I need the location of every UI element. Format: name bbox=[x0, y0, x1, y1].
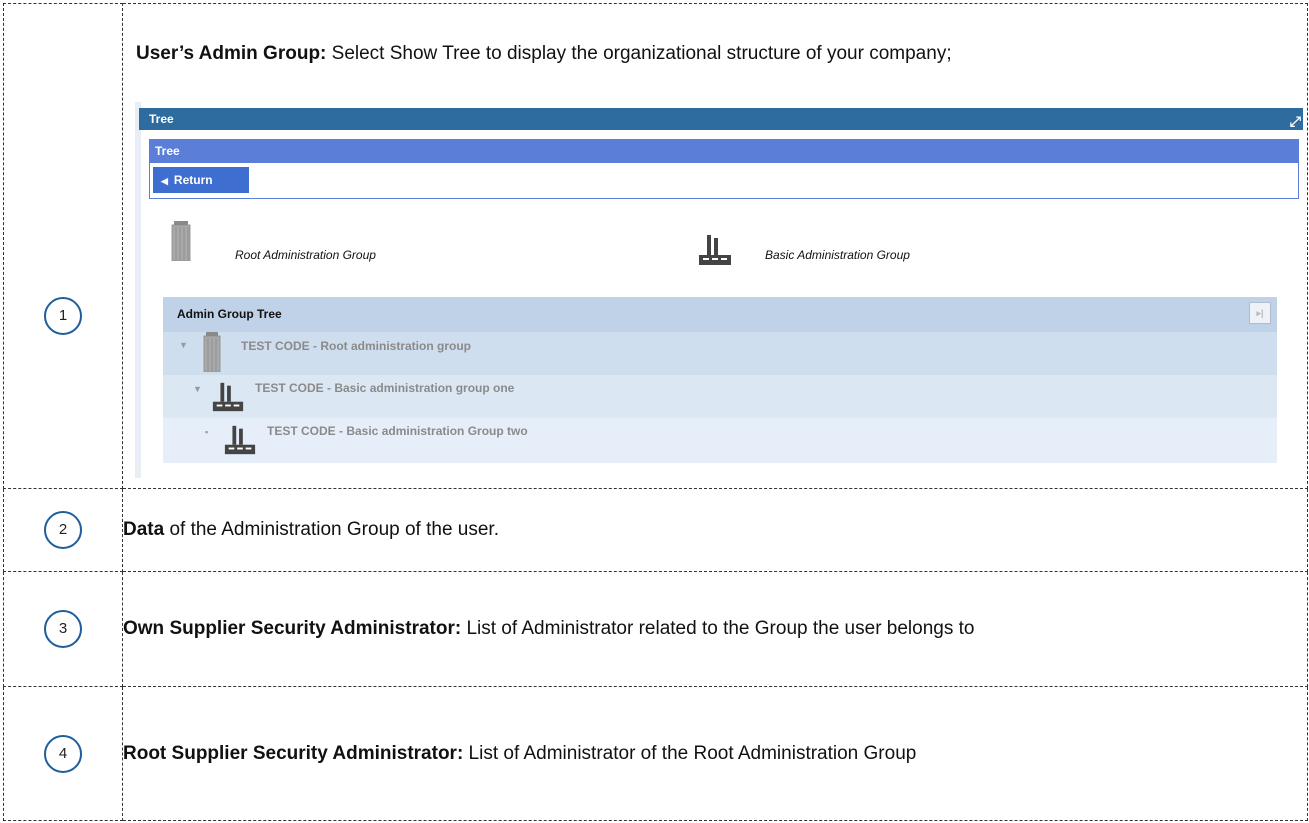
window-titlebar: Tree ⤢ bbox=[139, 108, 1303, 130]
step-title: Own Supplier Security Administrator: bbox=[123, 618, 462, 639]
building-icon bbox=[171, 221, 191, 261]
panel-titlebar: Tree bbox=[149, 139, 1299, 163]
step-number-cell: 3 bbox=[3, 571, 123, 687]
caret-left-icon: ◀ bbox=[161, 176, 168, 186]
step-number-cell: 1 bbox=[3, 3, 123, 489]
step-number-badge: 3 bbox=[44, 610, 82, 648]
leaf-bullet-icon: ▪ bbox=[205, 427, 209, 437]
step-number-badge: 2 bbox=[44, 511, 82, 549]
tree-header: Admin Group Tree ▸| bbox=[163, 297, 1277, 332]
step-intro: User’s Admin Group: Select Show Tree to … bbox=[136, 43, 952, 65]
step-description-cell: Root Supplier Security Administrator: Li… bbox=[122, 686, 1308, 821]
instruction-table: 1 User’s Admin Group: Select Show Tree t… bbox=[3, 3, 1308, 821]
button-bar: ◀ Return bbox=[149, 163, 1299, 199]
return-label: Return bbox=[173, 173, 213, 187]
step-number-badge: 1 bbox=[44, 297, 82, 335]
step-number-cell: 4 bbox=[3, 686, 123, 821]
tree-header-label: Admin Group Tree bbox=[177, 307, 282, 321]
tree-node[interactable]: ▼ TEST CODE - Basic administration group… bbox=[163, 375, 1277, 418]
return-button[interactable]: ◀ Return bbox=[153, 167, 249, 193]
table-row: 4 Root Supplier Security Administrator: … bbox=[3, 686, 1308, 821]
step-title: User’s Admin Group: bbox=[136, 43, 327, 64]
legend-basic-label: Basic Administration Group bbox=[765, 248, 910, 262]
step-number-cell: 2 bbox=[3, 488, 123, 572]
panel-title: Tree bbox=[155, 144, 180, 158]
window-title: Tree bbox=[149, 112, 174, 126]
step-title: Root Supplier Security Administrator: bbox=[123, 742, 464, 764]
left-edge-strip bbox=[135, 102, 141, 478]
step-description-cell: User’s Admin Group: Select Show Tree to … bbox=[122, 3, 1308, 489]
table-row: 2 Data of the Administration Group of th… bbox=[3, 488, 1308, 572]
maximize-icon[interactable]: ⤢ bbox=[1290, 110, 1301, 132]
step-description-cell: Data of the Administration Group of the … bbox=[122, 488, 1308, 572]
step-number-badge: 4 bbox=[44, 734, 82, 773]
tree-screenshot: Tree ⤢ Tree ◀ Return Root Administration… bbox=[135, 102, 1303, 478]
step-description-cell: Own Supplier Security Administrator: Lis… bbox=[122, 571, 1308, 687]
factory-icon bbox=[224, 425, 256, 455]
step-title: Data bbox=[123, 519, 165, 540]
table-row: 3 Own Supplier Security Administrator: L… bbox=[3, 571, 1308, 687]
collapse-arrow-icon[interactable]: ▼ bbox=[179, 340, 188, 350]
table-row: 1 User’s Admin Group: Select Show Tree t… bbox=[3, 3, 1308, 489]
tree-node-label[interactable]: TEST CODE - Basic administration group o… bbox=[255, 381, 514, 395]
admin-group-tree: Admin Group Tree ▸| ▼ TEST CODE - Root a… bbox=[163, 297, 1277, 463]
legend-root-label: Root Administration Group bbox=[235, 248, 376, 262]
step-text: List of Administrator of the Root Admini… bbox=[463, 742, 917, 764]
tree-node[interactable]: ▪ TEST CODE - Basic administration Group… bbox=[163, 418, 1277, 463]
step-text: Select Show Tree to display the organiza… bbox=[326, 43, 952, 64]
factory-icon bbox=[699, 235, 731, 265]
tree-node-label[interactable]: TEST CODE - Basic administration Group t… bbox=[267, 424, 528, 438]
tree-node[interactable]: ▼ TEST CODE - Root administration group bbox=[163, 332, 1277, 375]
factory-icon bbox=[212, 382, 244, 412]
expand-collapse-icon[interactable]: ▸| bbox=[1249, 302, 1271, 324]
step-text: of the Administration Group of the user. bbox=[164, 519, 499, 540]
building-icon bbox=[203, 332, 221, 372]
tree-node-label[interactable]: TEST CODE - Root administration group bbox=[241, 339, 471, 353]
step-text: List of Administrator related to the Gro… bbox=[461, 618, 975, 639]
collapse-arrow-icon[interactable]: ▼ bbox=[193, 384, 202, 394]
